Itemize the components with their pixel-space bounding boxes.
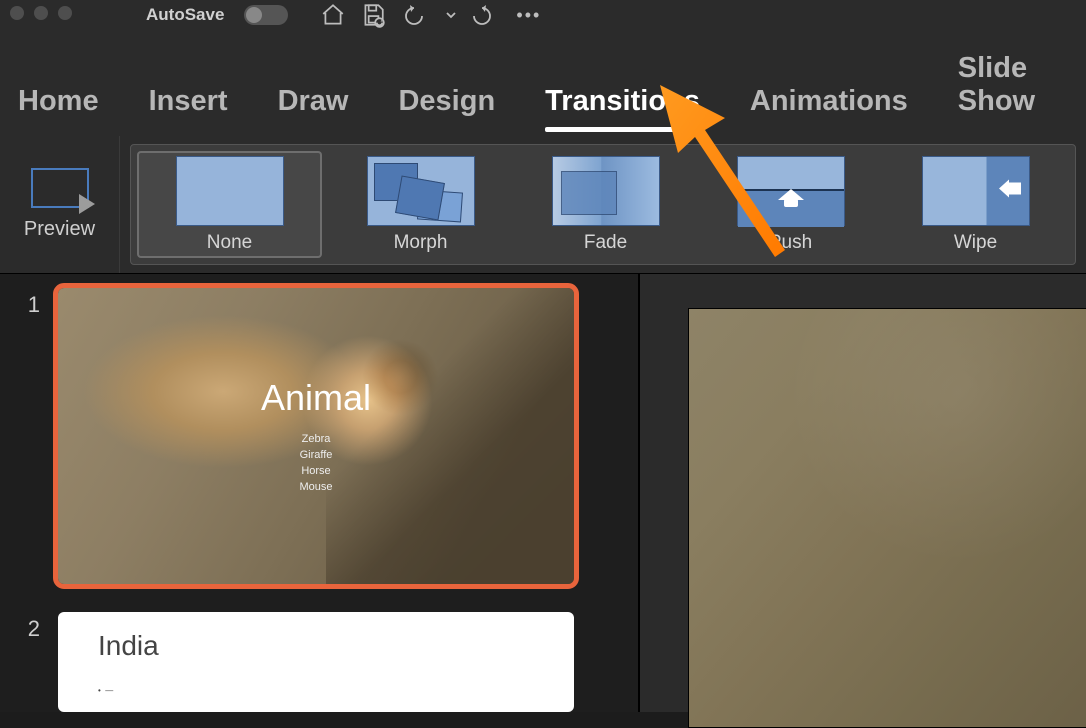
transition-push-thumb [737, 156, 845, 226]
tab-design[interactable]: Design [398, 85, 495, 118]
undo-dropdown-icon[interactable] [444, 8, 458, 22]
slide-1-item: Giraffe [299, 447, 332, 463]
title-bar: AutoSave ••• [0, 0, 1086, 30]
transition-fade-label: Fade [584, 232, 627, 254]
transition-none-label: None [207, 232, 252, 254]
redo-icon[interactable] [472, 3, 496, 27]
undo-icon[interactable] [400, 3, 430, 27]
slide-1-item: Horse [299, 463, 332, 479]
slide-1-title: Animal [261, 377, 371, 419]
transition-wipe-thumb [922, 156, 1030, 226]
autosave-toggle[interactable] [244, 5, 288, 25]
slide-1-item: Zebra [299, 431, 332, 447]
transition-morph-thumb [367, 156, 475, 226]
slide-2-number: 2 [24, 616, 40, 642]
transition-morph-label: Morph [394, 232, 448, 254]
save-icon[interactable] [360, 2, 386, 28]
slide-2-preview: India • — [58, 612, 574, 712]
maximize-window-button[interactable] [58, 6, 72, 20]
transition-push[interactable]: Push [698, 145, 883, 264]
tab-insert[interactable]: Insert [149, 85, 228, 118]
autosave-label: AutoSave [146, 5, 224, 25]
transition-wipe-label: Wipe [954, 232, 997, 254]
slide-thumbnail-2[interactable]: 2 India • — [24, 612, 614, 712]
close-window-button[interactable] [10, 6, 24, 20]
slide-canvas[interactable] [688, 308, 1086, 728]
tab-animations[interactable]: Animations [750, 85, 908, 118]
preview-button[interactable]: Preview [0, 136, 120, 273]
tab-slideshow[interactable]: Slide Show [958, 52, 1035, 118]
preview-icon [31, 168, 89, 208]
slide-1-preview: Animal Zebra Giraffe Horse Mouse [58, 288, 574, 584]
slide-thumbnail-panel: 1 Animal Zebra Giraffe Horse Mouse 2 Ind… [0, 274, 640, 712]
window-controls [10, 6, 72, 20]
transition-fade-thumb [552, 156, 660, 226]
preview-label: Preview [24, 218, 95, 241]
transition-morph[interactable]: Morph [328, 145, 513, 264]
slide-1-item: Mouse [299, 479, 332, 495]
more-icon[interactable]: ••• [516, 5, 541, 26]
slide-2-title: India [98, 630, 534, 662]
slide-1-items: Zebra Giraffe Horse Mouse [299, 431, 332, 495]
transition-push-label: Push [769, 232, 812, 254]
transition-none[interactable]: None [137, 151, 322, 258]
transition-none-thumb [176, 156, 284, 226]
slide-2-bullets: • — [98, 686, 534, 695]
slide-1-number: 1 [24, 292, 40, 318]
transition-wipe[interactable]: Wipe [883, 145, 1068, 264]
tab-draw[interactable]: Draw [278, 85, 349, 118]
ribbon-tabs: Home Insert Draw Design Transitions Anim… [0, 30, 1086, 136]
ribbon-content: Preview None Morph Fade Push [0, 136, 1086, 274]
slide-editor-panel [640, 274, 1086, 712]
minimize-window-button[interactable] [34, 6, 48, 20]
main-area: 1 Animal Zebra Giraffe Horse Mouse 2 Ind… [0, 274, 1086, 712]
transitions-gallery: None Morph Fade Push Wipe [130, 144, 1076, 265]
tab-transitions[interactable]: Transitions [545, 85, 700, 118]
transition-fade[interactable]: Fade [513, 145, 698, 264]
tab-home[interactable]: Home [18, 85, 99, 118]
home-icon[interactable] [320, 2, 346, 28]
slide-thumbnail-1[interactable]: 1 Animal Zebra Giraffe Horse Mouse [24, 288, 614, 584]
